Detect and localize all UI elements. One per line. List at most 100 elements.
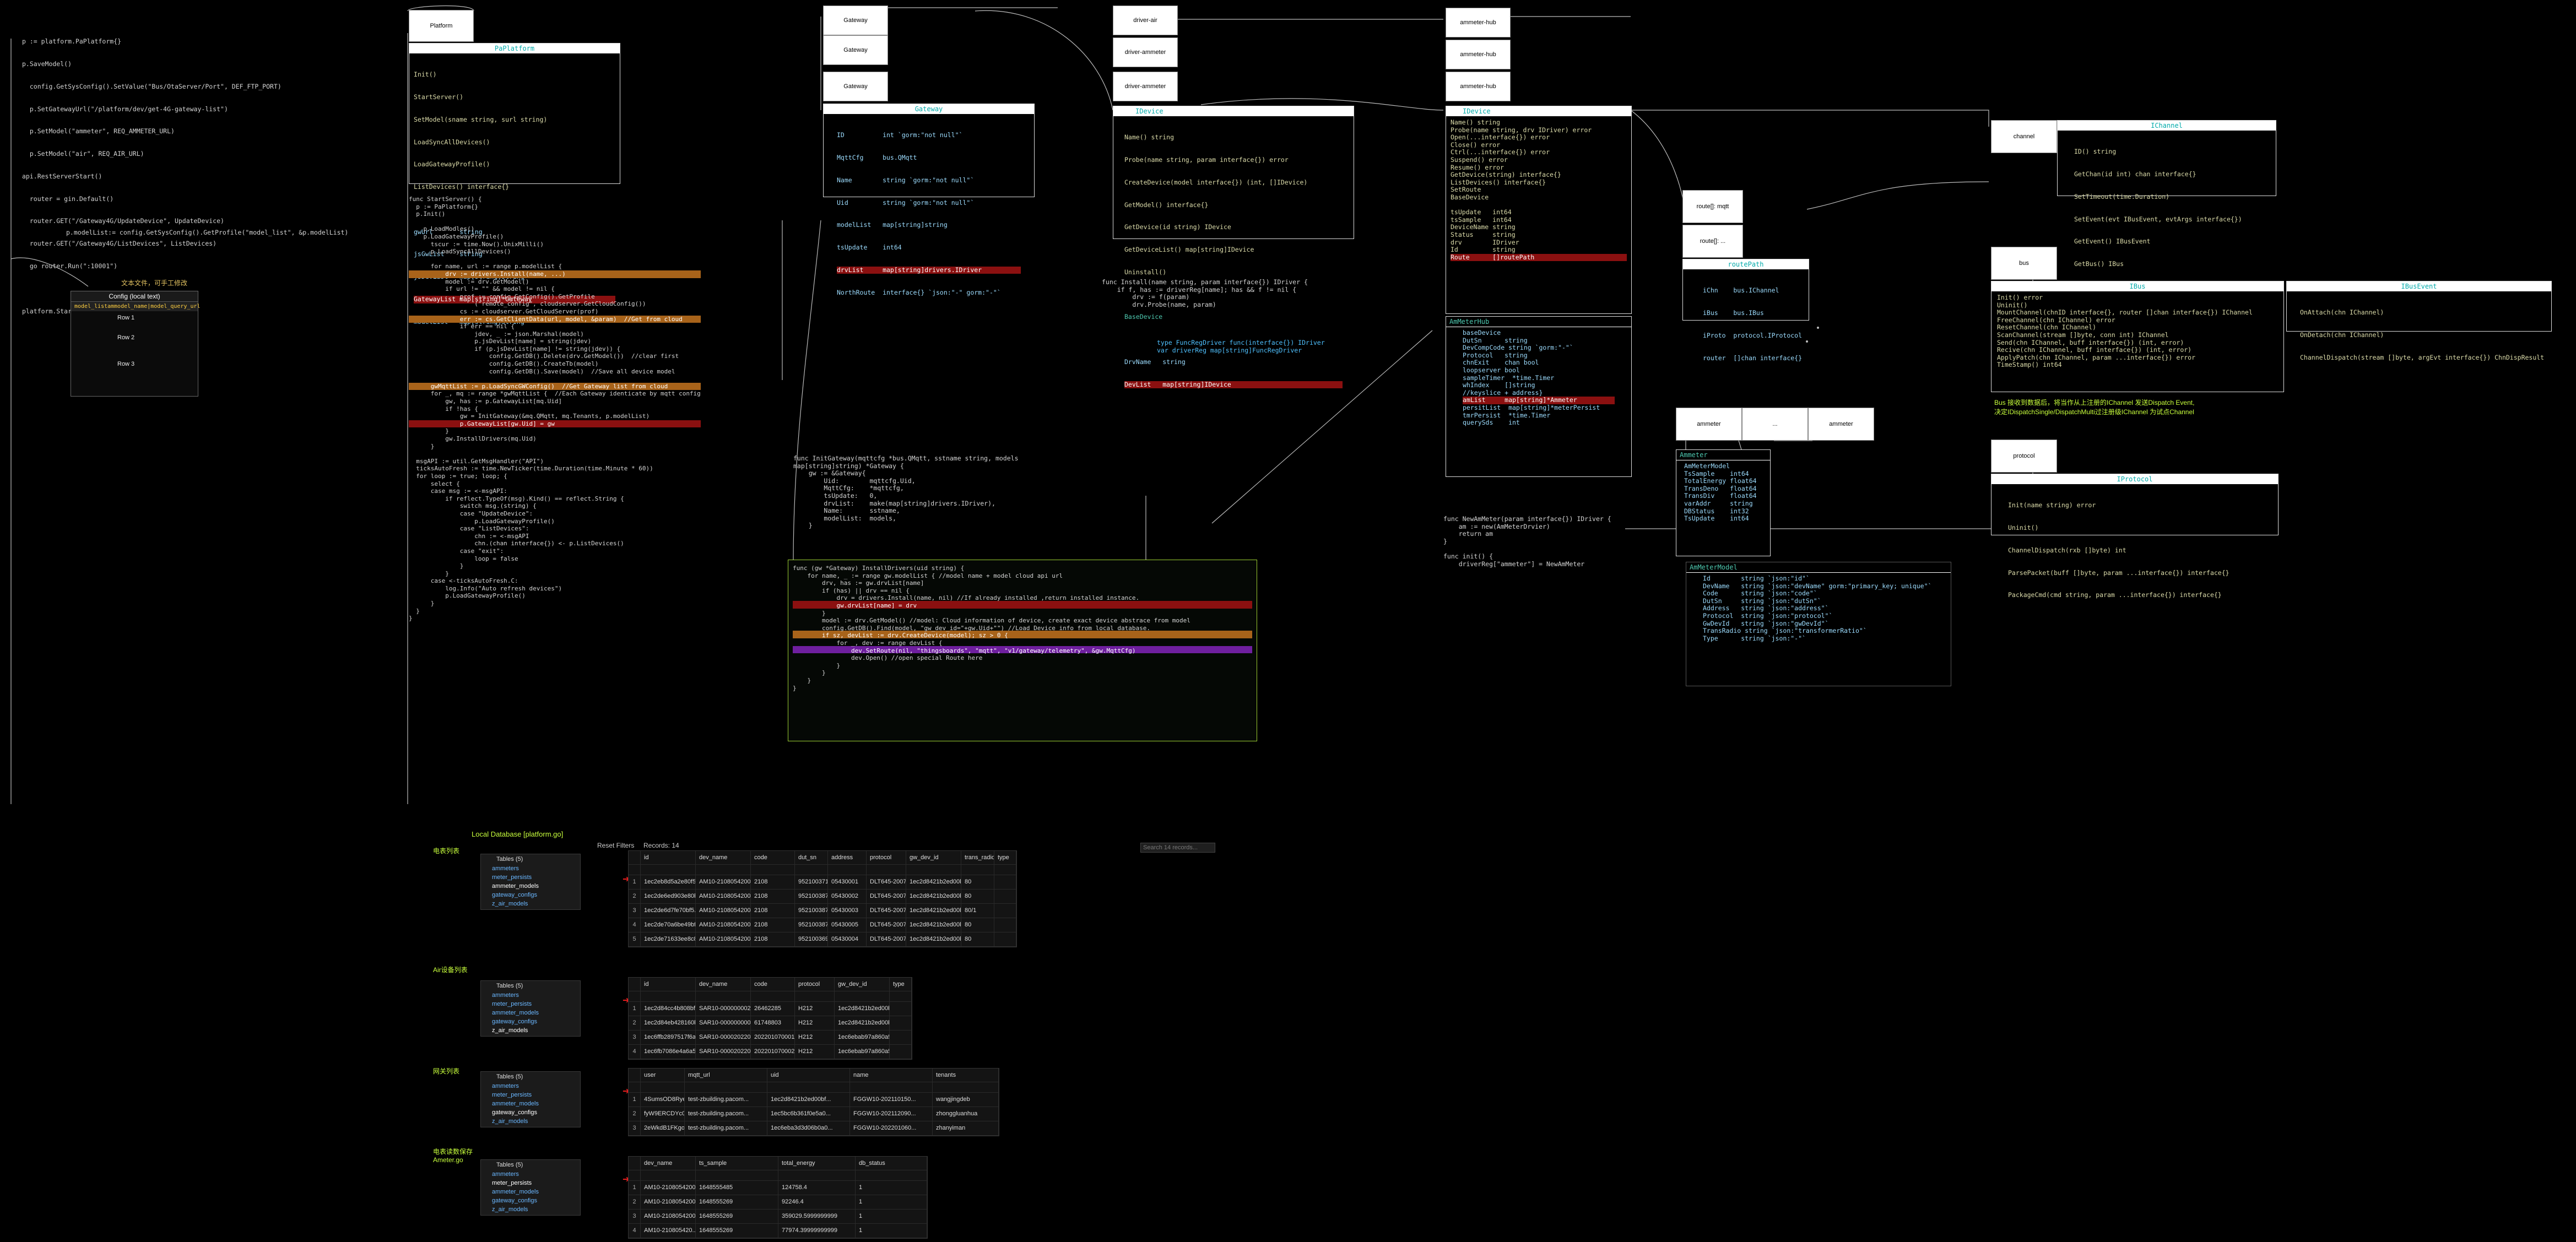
column-search[interactable] xyxy=(994,865,1016,875)
protocol-box[interactable]: protocol xyxy=(1991,440,2057,473)
column-header[interactable]: dev_name xyxy=(696,978,751,991)
column-header[interactable] xyxy=(629,978,641,991)
column-search[interactable] xyxy=(933,1082,999,1092)
column-header[interactable]: address xyxy=(828,851,867,864)
table-item[interactable]: meter_persists xyxy=(481,1091,580,1099)
column-header[interactable]: dev_name xyxy=(696,851,751,864)
reset-filters[interactable]: Reset Filters xyxy=(597,842,634,849)
column-header[interactable] xyxy=(629,1157,641,1170)
bus-box[interactable]: bus xyxy=(1991,247,2057,280)
driver-air-box[interactable]: driver-air xyxy=(1113,6,1178,35)
column-search[interactable] xyxy=(641,1082,685,1092)
column-header[interactable]: id xyxy=(641,978,696,991)
driver-ammeter-box-2[interactable]: driver-ammeter xyxy=(1113,72,1178,101)
grid-search-row[interactable] xyxy=(629,1082,999,1093)
column-header[interactable]: protocol xyxy=(795,978,835,991)
ammeter-box-dots[interactable]: ... xyxy=(1742,408,1808,441)
table-item[interactable]: ammeters xyxy=(481,1082,580,1091)
column-header[interactable]: name xyxy=(850,1069,933,1082)
ammeter-hub-box-3[interactable]: ammeter-hub xyxy=(1446,72,1511,101)
table-item[interactable]: z_air_models xyxy=(481,1026,580,1035)
table-item[interactable]: ammeters xyxy=(481,864,580,873)
table-item[interactable]: gateway_configs xyxy=(481,1108,580,1117)
column-header[interactable]: dut_sn xyxy=(795,851,828,864)
platform-box[interactable]: Platform xyxy=(409,10,474,42)
column-search[interactable] xyxy=(696,1170,778,1180)
search-records-input[interactable]: Search 14 records... xyxy=(1140,843,1215,853)
column-search[interactable] xyxy=(795,991,835,1001)
table-item[interactable]: gateway_configs xyxy=(481,1196,580,1205)
column-search[interactable] xyxy=(696,991,751,1001)
column-header[interactable]: db_status xyxy=(856,1157,927,1170)
column-search[interactable] xyxy=(850,1082,933,1092)
column-header[interactable]: code xyxy=(751,851,795,864)
column-search[interactable] xyxy=(828,865,867,875)
column-search[interactable] xyxy=(751,991,795,1001)
column-header[interactable]: gw_dev_id xyxy=(835,978,890,991)
ammeter-box-1[interactable]: ammeter xyxy=(1676,408,1742,441)
route-mqtt-box[interactable]: route[]: mqtt xyxy=(1682,190,1743,223)
column-header[interactable]: type xyxy=(994,851,1016,864)
table-item[interactable]: ammeter_models xyxy=(481,1187,580,1196)
column-search[interactable] xyxy=(629,991,641,1001)
table-item[interactable]: ammeter_models xyxy=(481,1008,580,1017)
table-item[interactable]: meter_persists xyxy=(481,1000,580,1008)
column-search[interactable] xyxy=(795,865,828,875)
table-item[interactable]: gateway_configs xyxy=(481,891,580,899)
channel-box[interactable]: channel xyxy=(1991,120,2057,153)
column-header[interactable]: mqtt_url xyxy=(685,1069,767,1082)
table-item[interactable]: meter_persists xyxy=(481,873,580,882)
table-item[interactable]: gateway_configs xyxy=(481,1017,580,1026)
column-search[interactable] xyxy=(867,865,906,875)
column-header[interactable]: tenants xyxy=(933,1069,999,1082)
table-item[interactable]: ammeters xyxy=(481,991,580,1000)
table-item[interactable]: meter_persists xyxy=(481,1179,580,1187)
route-dots-box[interactable]: route[]: ... xyxy=(1682,225,1743,258)
column-header[interactable]: code xyxy=(751,978,795,991)
column-search[interactable] xyxy=(641,865,696,875)
column-search[interactable] xyxy=(767,1082,850,1092)
column-header[interactable]: protocol xyxy=(867,851,906,864)
column-header[interactable]: user xyxy=(641,1069,685,1082)
ammeter-box-2[interactable]: ammeter xyxy=(1808,408,1874,441)
table-item[interactable]: ammeter_models xyxy=(481,1099,580,1108)
column-search[interactable] xyxy=(778,1170,856,1180)
column-search[interactable] xyxy=(856,1170,927,1180)
grid-search-row[interactable] xyxy=(629,991,912,1002)
column-search[interactable] xyxy=(629,1082,641,1092)
column-header[interactable] xyxy=(629,1069,641,1082)
column-search[interactable] xyxy=(641,991,696,1001)
column-header[interactable]: dev_name xyxy=(641,1157,696,1170)
column-search[interactable] xyxy=(641,1170,696,1180)
gateway-box-1[interactable]: Gateway xyxy=(823,6,888,35)
table-item[interactable]: ammeter_models xyxy=(481,882,580,891)
column-search[interactable] xyxy=(961,865,994,875)
column-header[interactable]: ts_sample xyxy=(696,1157,778,1170)
column-search[interactable] xyxy=(629,865,641,875)
table-item[interactable]: z_air_models xyxy=(481,899,580,908)
gateway-box-2[interactable]: Gateway xyxy=(823,35,888,65)
column-search[interactable] xyxy=(629,1170,641,1180)
column-header[interactable]: type xyxy=(890,978,912,991)
column-header[interactable]: trans_radio xyxy=(961,851,994,864)
grid-search-row[interactable] xyxy=(629,1170,927,1181)
column-search[interactable] xyxy=(906,865,961,875)
column-search[interactable] xyxy=(835,991,890,1001)
column-search[interactable] xyxy=(890,991,912,1001)
column-header[interactable]: gw_dev_id xyxy=(906,851,961,864)
column-search[interactable] xyxy=(751,865,795,875)
table-item[interactable]: z_air_models xyxy=(481,1117,580,1126)
column-header[interactable]: total_energy xyxy=(778,1157,856,1170)
column-header[interactable] xyxy=(629,851,641,864)
table-item[interactable]: ammeters xyxy=(481,1170,580,1179)
column-search[interactable] xyxy=(696,865,751,875)
column-search[interactable] xyxy=(685,1082,767,1092)
grid-search-row[interactable] xyxy=(629,865,1016,875)
column-header[interactable]: id xyxy=(641,851,696,864)
table-item[interactable]: z_air_models xyxy=(481,1205,580,1214)
ammeter-hub-box-1[interactable]: ammeter-hub xyxy=(1446,8,1511,37)
column-header[interactable]: uid xyxy=(767,1069,850,1082)
ammeter-hub-box-2[interactable]: ammeter-hub xyxy=(1446,40,1511,69)
driver-ammeter-box-1[interactable]: driver-ammeter xyxy=(1113,37,1178,67)
gateway-box-3[interactable]: Gateway xyxy=(823,72,888,101)
